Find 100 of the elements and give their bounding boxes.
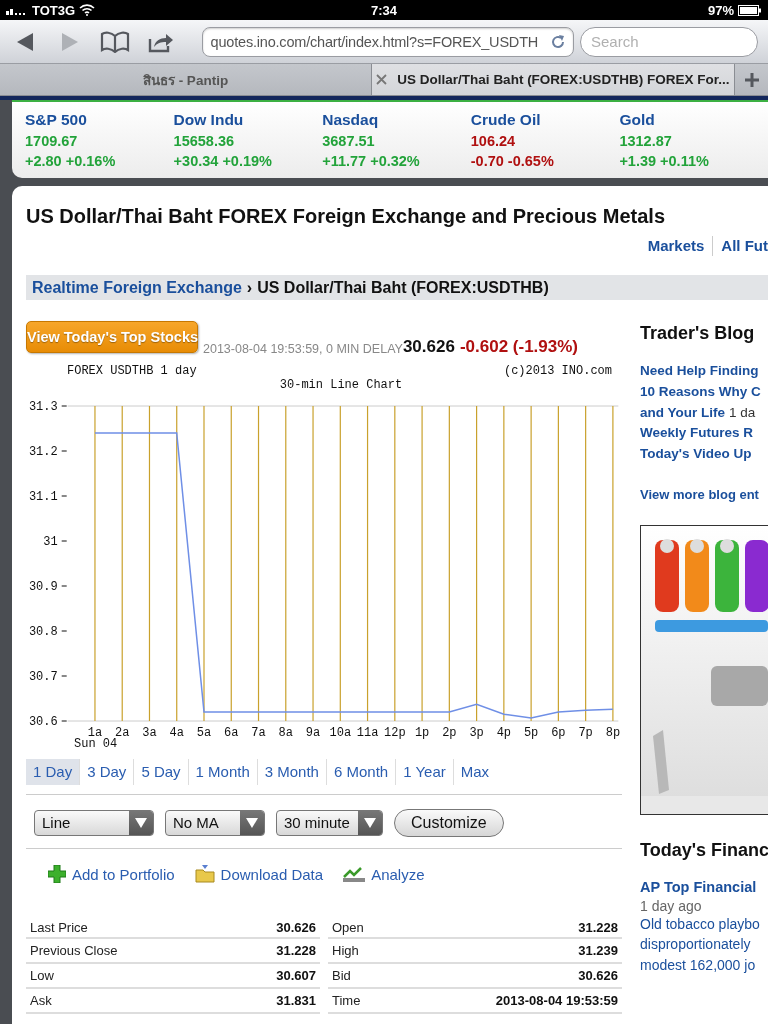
axis-label: 2a (115, 726, 130, 740)
stat-label: Bid (332, 968, 351, 983)
axis-label: 31.3 (28, 400, 58, 414)
period-tab[interactable]: 3 Day (79, 759, 134, 785)
stat-label: Low (30, 968, 54, 983)
axis-label: 4p (496, 726, 512, 740)
stat-label: Time (332, 993, 361, 1008)
stat-value: 30.626 (276, 919, 316, 935)
ticker-price: 1312.87 (619, 131, 673, 151)
blog-link[interactable]: Need Help Finding (640, 363, 759, 378)
news-headline[interactable]: AP Top Financial (640, 879, 757, 895)
nav-link[interactable]: Markets (639, 236, 713, 256)
ticker-change: +1.39 +0.11% (619, 152, 710, 171)
axis-label: 9a (305, 726, 321, 740)
axis-label: 30.6 (28, 715, 58, 729)
period-tab[interactable]: 6 Month (325, 759, 396, 785)
post-age: 1 da (729, 404, 756, 420)
axis-label: 2p (442, 726, 457, 740)
caret-icon (135, 818, 147, 828)
action-link[interactable]: Download Data (220, 865, 324, 883)
reload-icon[interactable] (549, 32, 567, 51)
folder-icon (194, 865, 215, 883)
ticker-price: 1709.67 (25, 131, 79, 151)
axis-label: 12p (384, 726, 406, 740)
date-label: Sun 04 (74, 737, 118, 749)
stat-value: 2013-08-04 19:53:59 (495, 993, 618, 1008)
ticker-name[interactable]: Crude Oil (470, 110, 620, 131)
search-field[interactable]: Search (580, 26, 758, 57)
stat-label: Ask (30, 993, 52, 1008)
ticker-price: 106.24 (470, 131, 517, 151)
ticker-price: 3687.51 (322, 131, 376, 151)
chart-caption: (c)2013 INO.com (503, 364, 612, 378)
nav-link[interactable]: All Fut (712, 236, 768, 256)
breadcrumb-separator: › (246, 278, 253, 297)
ticker-name[interactable]: S&P 500 (25, 110, 174, 131)
stat-value: 31.831 (276, 993, 316, 1008)
news-age: 1 day ago (640, 898, 703, 914)
plus-icon (48, 865, 66, 883)
browser-tab[interactable]: สินธร - Pantip (0, 64, 372, 95)
stat-label: High (332, 943, 359, 958)
axis-label: 30.9 (28, 580, 58, 594)
blog-link[interactable]: 10 Reasons Why C (640, 383, 761, 399)
chart-caption: FOREX USDTHB 1 day (67, 364, 197, 378)
new-tab-button[interactable] (735, 64, 768, 95)
axis-label: 6p (551, 726, 566, 740)
axis-label: 3p (469, 726, 484, 740)
blog-link[interactable]: and Your Life (640, 404, 725, 420)
axis-label: 5a (196, 726, 212, 740)
axis-label: 7a (251, 726, 266, 740)
breadcrumb-link[interactable]: Realtime Foreign Exchange (32, 278, 242, 297)
ticker-change: +11.77 +0.32% (322, 152, 421, 171)
axis-label: 3a (142, 726, 157, 740)
carrier-name: TOT3G (32, 2, 76, 18)
more-link[interactable]: View more blog ent (640, 487, 759, 502)
axis-label: 30.7 (28, 670, 58, 684)
ticker-change: +2.80 +0.16% (25, 152, 117, 171)
axis-label: 31.1 (28, 490, 58, 504)
quote-change: -0.602 (-1.93%) (459, 337, 578, 357)
browser-tab[interactable]: US Dollar/Thai Baht (FOREX:USDTHB) FOREX For... (372, 64, 735, 95)
plus-icon[interactable] (743, 71, 760, 88)
period-tab[interactable]: 3 Month (256, 759, 326, 785)
wifi-icon (79, 4, 96, 16)
section-heading: Today's Financ (640, 839, 768, 861)
axis-label: 7p (578, 726, 593, 740)
ticker-change: +30.34 +0.19% (173, 152, 273, 171)
period-tab[interactable]: 5 Day (133, 759, 188, 785)
stat-value: 31.239 (578, 943, 618, 958)
period-tab[interactable]: 1 Day (26, 759, 80, 785)
page-title: US Dollar/Thai Baht FOREX Foreign Exchange and Precious Metals (26, 204, 667, 228)
ticker-name[interactable]: Nasdaq (322, 110, 471, 131)
stat-value: 30.607 (276, 968, 316, 983)
action-link[interactable]: Add to Portfolio (72, 865, 175, 883)
period-tab[interactable]: Max (452, 759, 497, 785)
blog-link[interactable]: Weekly Futures R (640, 425, 754, 441)
customize-button[interactable]: Customize (394, 809, 504, 837)
axis-label: 31 (43, 535, 58, 549)
ticker-name[interactable]: Dow Indu (173, 110, 323, 131)
ticker-name[interactable]: Gold (619, 110, 768, 131)
address-field[interactable]: quotes.ino.com/chart/index.html?s=FOREX_USDTH (201, 26, 574, 57)
chart-icon (343, 866, 366, 882)
battery-icon (738, 4, 762, 16)
action-link[interactable]: Analyze (371, 865, 425, 883)
period-tab[interactable]: 1 Month (187, 759, 257, 785)
close-icon[interactable] (376, 74, 388, 85)
axis-label: 8a (278, 726, 293, 740)
axis-label: 11a (356, 726, 379, 740)
clock: 7:34 (371, 2, 397, 18)
period-tab[interactable]: 1 Year (395, 759, 453, 785)
axis-label: 5p (523, 726, 539, 740)
stat-value: 31.228 (276, 943, 316, 958)
caret-icon (246, 818, 258, 828)
blog-link[interactable]: Today's Video Up (640, 446, 752, 462)
section-heading: Trader's Blog (640, 322, 756, 344)
dropdown[interactable]: No MA (165, 810, 265, 836)
news-text: disproportionately (640, 935, 752, 955)
dropdown[interactable]: 30 minute (276, 810, 383, 836)
dropdown[interactable]: Line (34, 810, 154, 836)
axis-label: 31.2 (28, 445, 58, 459)
quote-price: 30.626 (402, 337, 455, 357)
chart-title: 30-min Line Chart (279, 378, 403, 392)
